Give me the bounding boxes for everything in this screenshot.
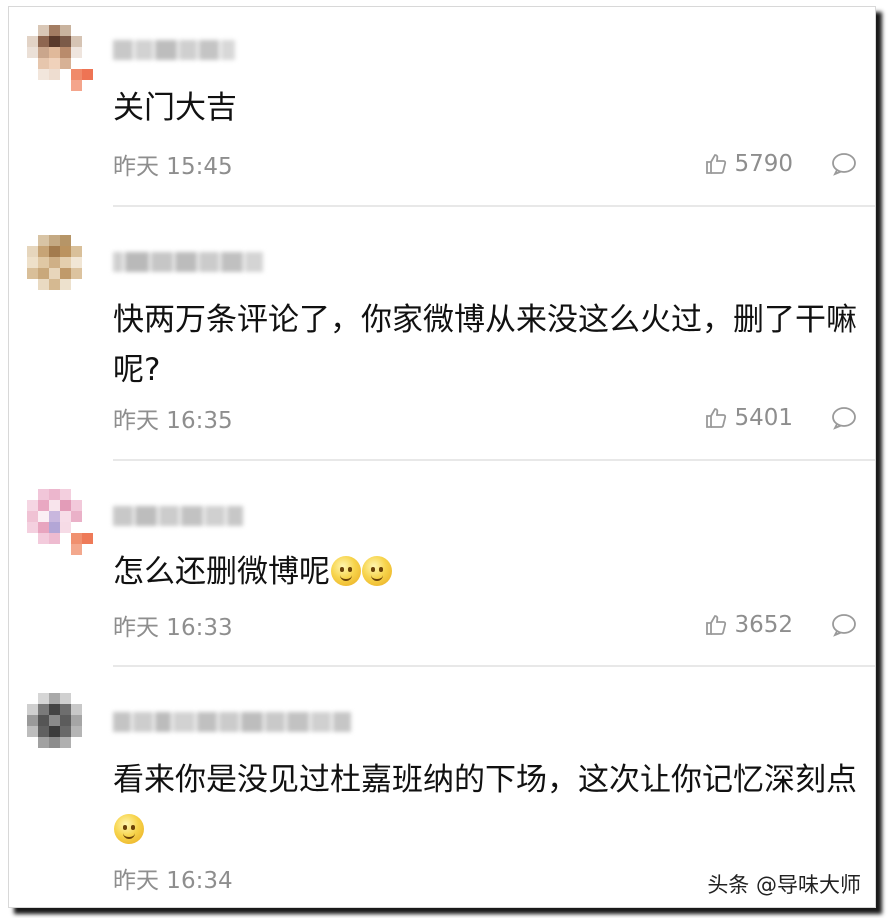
avatar[interactable] [27,693,93,759]
thumbs-up-icon [706,615,727,635]
username-blurred[interactable] [113,503,243,529]
comment-text: 怎么还删微博呢 [113,547,863,597]
emoji-icon [114,814,144,844]
comment-text: 看来你是没见过杜嘉班纳的下场，这次让你记忆深刻点 [113,755,863,855]
comment-panel: 关门大吉 昨天 15:45 5790 快两万条评论了，你家微博从来没这么火过，删… [8,6,876,908]
username-blurred[interactable] [113,249,263,275]
comment-meta: 昨天 16:35 5401 [113,404,857,434]
like-count: 5401 [734,405,793,431]
username-blurred[interactable] [113,37,235,63]
thumbs-up-icon [706,408,727,428]
watermark: 头条 @导味大师 [703,867,865,901]
comment-text: 关门大吉 [113,90,237,126]
comment-bubble-icon[interactable] [831,613,857,637]
comment-time: 昨天 16:33 [113,615,233,641]
comment-bubble-icon[interactable] [831,152,857,176]
like-count: 3652 [734,612,793,638]
like-count: 5790 [734,151,793,177]
like-button[interactable]: 5790 [704,151,793,177]
comment-text: 快两万条评论了，你家微博从来没这么火过，删了干嘛呢? [113,302,857,388]
divider [113,459,875,461]
like-button[interactable]: 3652 [704,612,793,638]
avatar[interactable] [27,25,93,91]
comment-time: 昨天 16:35 [113,408,233,434]
thumbs-up-icon [706,154,727,174]
emoji-icon [331,556,361,586]
emoji-icon [362,556,392,586]
divider [113,665,875,667]
comment-bubble-icon[interactable] [831,406,857,430]
avatar[interactable] [27,489,93,555]
comment-time: 昨天 15:45 [113,154,233,180]
like-button[interactable]: 5401 [704,405,793,431]
divider [113,205,875,207]
comment-meta: 昨天 16:33 3652 [113,611,857,641]
avatar[interactable] [27,235,93,301]
comment-meta: 昨天 15:45 5790 [113,150,857,180]
username-blurred[interactable] [113,709,351,735]
